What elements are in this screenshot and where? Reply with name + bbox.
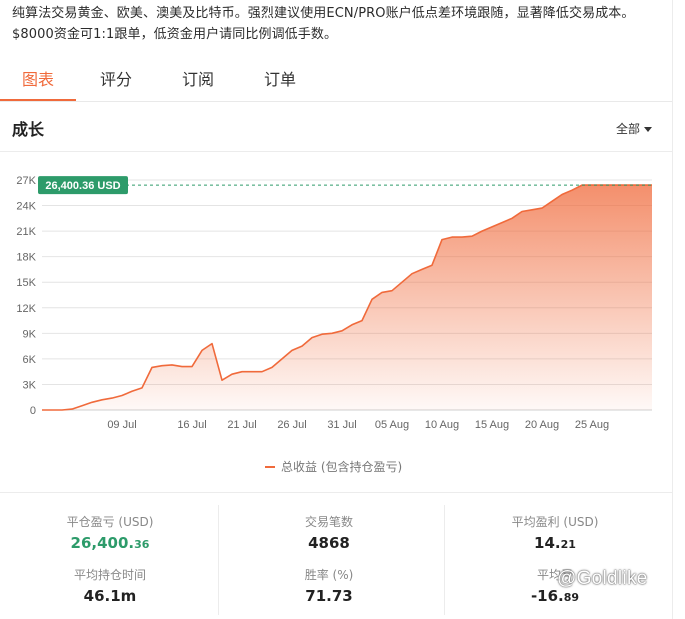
current-value-label: 26,400.36 USD bbox=[45, 180, 120, 192]
caret-down-icon bbox=[644, 126, 652, 132]
range-filter-dropdown[interactable]: 全部 bbox=[616, 120, 652, 137]
y-tick-label: 3K bbox=[23, 379, 37, 391]
watermark-text: @Goldlike bbox=[557, 568, 648, 589]
y-tick-label: 18K bbox=[16, 252, 36, 264]
section-title: 成长 bbox=[12, 120, 45, 139]
x-tick-label: 31 Jul bbox=[327, 419, 356, 431]
x-tick-label: 20 Aug bbox=[525, 419, 559, 431]
stat-label: 平均盈利 (USD) bbox=[511, 515, 599, 529]
tab-chart[interactable]: 图表 bbox=[0, 66, 76, 98]
stat-avg-hold-time: 平均持仓时间 46.1m bbox=[0, 566, 220, 607]
stat-trades: 交易笔数 4868 bbox=[219, 513, 439, 554]
x-tick-label: 26 Jul bbox=[277, 419, 306, 431]
active-tab-indicator bbox=[0, 99, 76, 101]
x-tick-label: 16 Jul bbox=[177, 419, 206, 431]
signal-detail-panel: 纯算法交易黄金、欧美、澳美及比特币。强烈建议使用ECN/PRO账户低点差环境跟随… bbox=[0, 0, 673, 619]
chart-legend: 总收益 (包含持仓盈亏) bbox=[265, 458, 402, 475]
tab-bar: 图表 评分 订阅 订单 bbox=[0, 56, 672, 102]
stats-column-3: 平均盈利 (USD) 14.21 平均亏 -16.89 bbox=[444, 505, 665, 615]
growth-chart: 26,400.36 USD 0 3K 6K 9K 12K 15K 18K 21K 24K 27K 0… bbox=[0, 152, 672, 492]
tab-rating[interactable]: 评分 bbox=[80, 66, 152, 98]
stats-column-1: 平仓盈亏 (USD) 26,400.36 平均持仓时间 46.1m bbox=[0, 505, 220, 615]
legend-swatch bbox=[265, 465, 275, 468]
stat-value: 14.21 bbox=[534, 534, 576, 552]
stat-value: 71.73 bbox=[305, 587, 353, 605]
stat-value: 26,400.36 bbox=[70, 534, 150, 552]
stat-value: 4868 bbox=[308, 534, 350, 552]
stat-label: 交易笔数 bbox=[304, 515, 353, 529]
stat-avg-profit: 平均盈利 (USD) 14.21 bbox=[445, 513, 665, 556]
y-tick-label: 24K bbox=[16, 201, 36, 213]
y-tick-label: 21K bbox=[16, 226, 36, 238]
stat-label: 平仓盈亏 (USD) bbox=[66, 515, 154, 529]
stat-closed-pl: 平仓盈亏 (USD) 26,400.36 bbox=[0, 513, 220, 556]
x-tick-label: 09 Jul bbox=[107, 419, 136, 431]
range-filter-label: 全部 bbox=[615, 122, 640, 136]
strategy-description: 纯算法交易黄金、欧美、澳美及比特币。强烈建议使用ECN/PRO账户低点差环境跟随… bbox=[12, 6, 635, 42]
stat-winrate: 胜率 (%) 71.73 bbox=[219, 566, 439, 607]
x-tick-label: 25 Aug bbox=[575, 419, 609, 431]
y-tick-label: 9K bbox=[23, 328, 37, 340]
x-tick-label: 15 Aug bbox=[475, 419, 509, 431]
legend-label: 总收益 (包含持仓盈亏) bbox=[281, 460, 403, 474]
growth-chart-svg: 26,400.36 USD 0 3K 6K 9K 12K 15K 18K 21K 24K 27K 0… bbox=[16, 175, 652, 431]
y-tick-label: 6K bbox=[23, 354, 37, 366]
series-area bbox=[42, 185, 652, 410]
stats-panel: 平仓盈亏 (USD) 26,400.36 平均持仓时间 46.1m 交易笔数 4… bbox=[0, 505, 672, 615]
x-tick-label: 10 Aug bbox=[425, 419, 459, 431]
y-tick-label: 12K bbox=[16, 303, 36, 315]
stat-value: 46.1m bbox=[83, 587, 137, 605]
y-tick-label: 0 bbox=[30, 405, 36, 417]
tab-orders[interactable]: 订单 bbox=[244, 66, 316, 98]
divider bbox=[0, 492, 672, 493]
y-tick-label: 15K bbox=[16, 277, 36, 289]
x-tick-label: 05 Aug bbox=[375, 419, 409, 431]
stat-label: 胜率 (%) bbox=[304, 568, 354, 582]
x-tick-label: 21 Jul bbox=[227, 419, 256, 431]
y-tick-label: 27K bbox=[16, 175, 36, 187]
stat-label: 平均持仓时间 bbox=[73, 568, 146, 582]
tab-subscription[interactable]: 订阅 bbox=[162, 66, 234, 98]
stats-column-2: 交易笔数 4868 胜率 (%) 71.73 bbox=[218, 505, 439, 615]
